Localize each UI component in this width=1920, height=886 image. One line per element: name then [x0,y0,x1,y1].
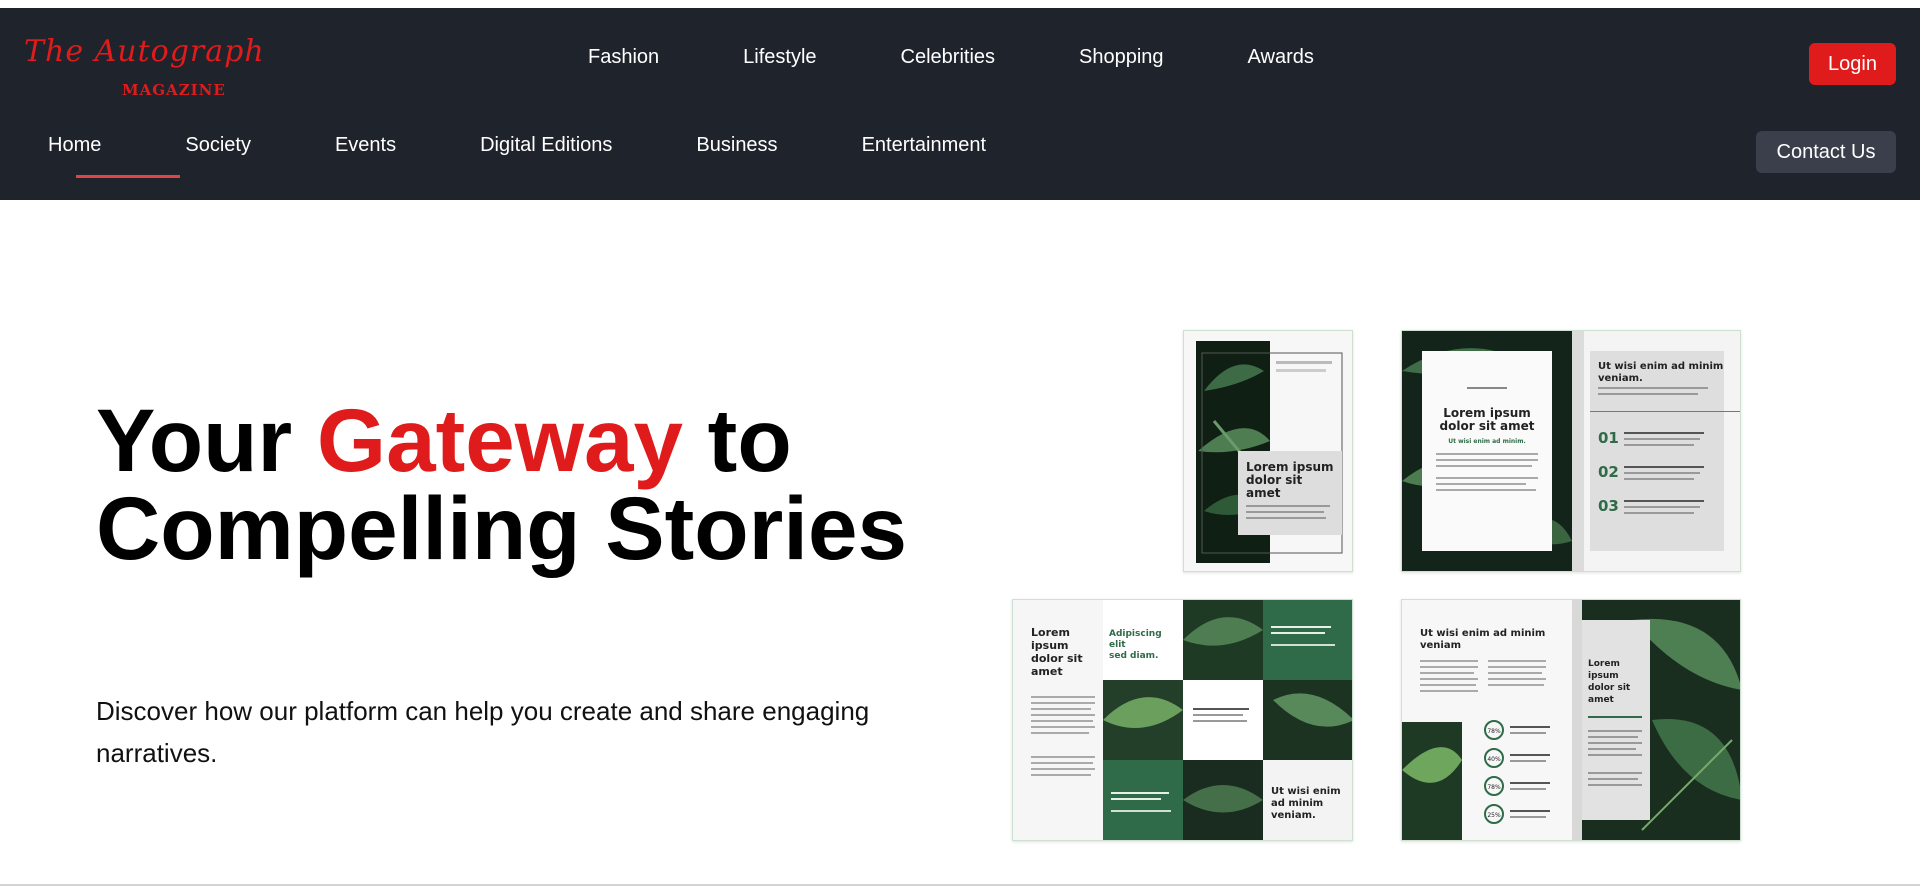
spread-right-heading-line-1: Ut wisi enim ad minim [1598,361,1723,372]
hero-title: Your Gateway to Compelling Stories [96,396,916,573]
spread-heading-line-1: Lorem ipsum [1443,406,1531,420]
magazine-preview-spread-stats: Ut wisi enim ad minim veniam 78% 40% 78%… [1401,599,1741,841]
logo-sub-text: MAGAZINE [122,81,226,99]
grid-right-heading-line-1: Ut wisi enim [1271,786,1341,797]
contact-us-button[interactable]: Contact Us [1756,131,1896,173]
logo-script-text: The Autograph [24,34,265,69]
magazine-grid-art: Lorem ipsum dolor sit amet Adipiscing el… [1013,600,1352,840]
magazine-cover-art: Lorem ipsum dolor sit amet [1184,331,1352,571]
magazine-preview-spread-numbered: Lorem ipsum dolor sit amet Ut wisi enim … [1401,330,1741,572]
spread-number-1: 01 [1598,429,1619,447]
spread-subheading: Ut wisi enim ad minim. [1448,438,1525,445]
magazine-logo[interactable]: The Autograph MAGAZINE [22,26,264,106]
grid-green-heading-line-3: sed diam. [1109,651,1158,661]
nav-link-lifestyle[interactable]: Lifestyle [743,46,816,69]
stats-heading-line-1: Ut wisi enim ad minim [1420,628,1545,639]
primary-nav: Fashion Lifestyle Celebrities Shopping A… [588,46,1398,69]
nav-link-awards[interactable]: Awards [1248,46,1314,69]
stats-percent-1: 78% [1487,728,1501,735]
top-strip [0,0,1920,8]
grid-right-heading-line-3: veniam. [1271,810,1316,821]
magazine-preview-cover: Lorem ipsum dolor sit amet [1183,330,1353,572]
active-nav-indicator [76,175,180,178]
spread-number-3: 03 [1598,497,1619,515]
grid-heading-line-2: ipsum [1031,639,1069,652]
nav-link-events[interactable]: Events [335,134,396,157]
stats-percent-3: 78% [1487,784,1501,791]
magazine-spread-art: Lorem ipsum dolor sit amet Ut wisi enim … [1402,331,1740,571]
grid-green-heading-line-1: Adipiscing [1109,629,1162,639]
magazine-stats-art: Ut wisi enim ad minim veniam 78% 40% 78%… [1402,600,1740,840]
stats-percent-4: 25% [1487,812,1501,819]
secondary-nav: Home Society Events Digital Editions Bus… [48,134,1070,157]
nav-link-entertainment[interactable]: Entertainment [862,134,987,157]
stats-right-heading-line-1: Lorem [1588,659,1620,669]
nav-link-home[interactable]: Home [48,134,101,157]
hero-title-accent: Gateway [316,390,683,490]
hero-description: Discover how our platform can help you c… [96,696,870,768]
nav-link-business[interactable]: Business [696,134,777,157]
spread-number-2: 02 [1598,463,1619,481]
nav-link-fashion[interactable]: Fashion [588,46,659,69]
grid-right-heading-line-2: ad minim [1271,798,1323,809]
cover-heading-line-1: Lorem ipsum [1246,460,1334,474]
stats-right-heading-line-2: ipsum [1588,671,1619,681]
nav-link-digital-editions[interactable]: Digital Editions [480,134,612,157]
login-button[interactable]: Login [1809,43,1896,85]
grid-heading-line-3: dolor sit [1031,652,1083,665]
cover-heading-line-3: amet [1246,486,1281,500]
grid-heading-line-1: Lorem [1031,626,1070,639]
hero-title-start: Your [96,390,317,490]
cover-heading-line-2: dolor sit [1246,473,1303,487]
grid-heading-line-4: amet [1031,665,1063,678]
grid-green-heading-line-2: elit [1109,640,1126,650]
nav-link-society[interactable]: Society [185,134,251,157]
stats-percent-2: 40% [1487,756,1501,763]
stats-right-heading-line-4: amet [1588,695,1615,705]
spread-right-heading-line-2: veniam. [1598,373,1643,384]
site-header: The Autograph MAGAZINE Fashion Lifestyle… [0,8,1920,200]
stats-right-heading-line-3: dolor sit [1588,683,1631,693]
magazine-preview-spread-grid: Lorem ipsum dolor sit amet Adipiscing el… [1012,599,1353,841]
spread-heading-line-2: dolor sit amet [1440,419,1535,433]
nav-link-shopping[interactable]: Shopping [1079,46,1164,69]
nav-link-celebrities[interactable]: Celebrities [901,46,995,69]
stats-heading-line-2: veniam [1420,640,1461,651]
